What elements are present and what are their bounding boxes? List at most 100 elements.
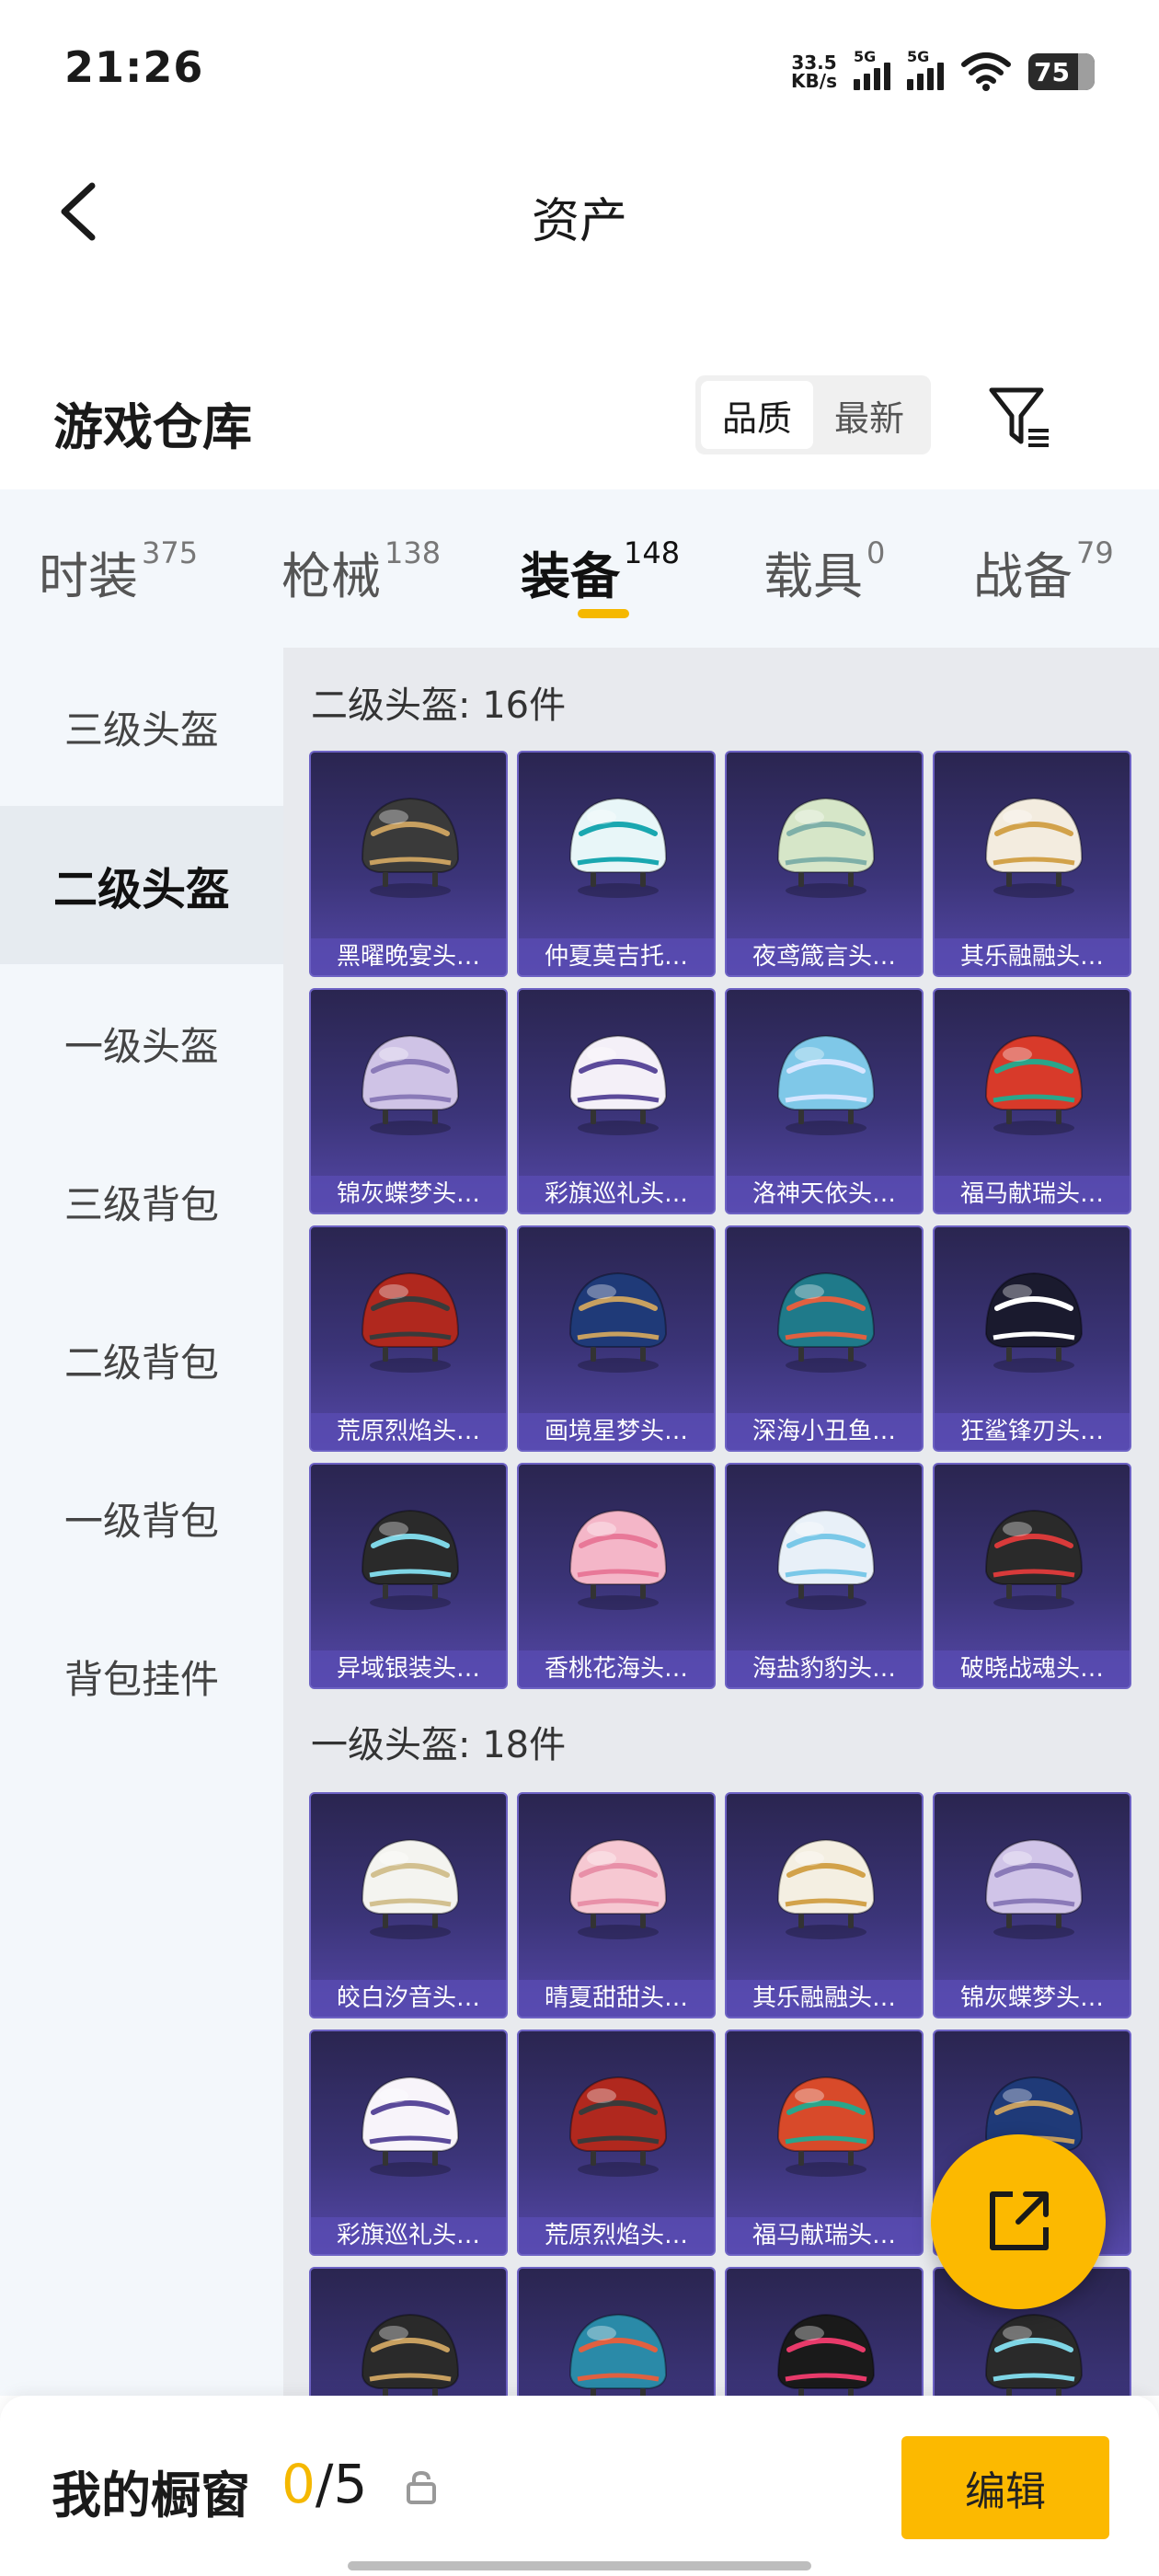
- helmet-icon: [361, 1838, 460, 1939]
- helmet-icon: [568, 1838, 668, 1939]
- item-card[interactable]: 彩旗巡礼头…: [309, 2030, 508, 2256]
- helmet-icon: [776, 1271, 876, 1373]
- item-name: 其乐融融头…: [727, 1980, 922, 2017]
- item-card[interactable]: 晴夏甜甜头…: [517, 1792, 716, 2018]
- item-card[interactable]: 福马献瑞头…: [933, 988, 1131, 1214]
- signal-icon: 5G: [854, 48, 890, 90]
- tab-fashion[interactable]: 时装 375: [39, 535, 198, 608]
- helmet-icon: [984, 1034, 1084, 1135]
- helmet-icon: [984, 2313, 1084, 2396]
- item-card[interactable]: 皎白汐音头…: [309, 1792, 508, 2018]
- tab-weapons[interactable]: 枪械 138: [281, 535, 441, 608]
- helmet-icon: [568, 2313, 668, 2396]
- item-card[interactable]: 其乐融融头…: [933, 751, 1131, 977]
- item-card[interactable]: 黑曜晚宴头…: [309, 751, 508, 977]
- page-title: 资产: [531, 194, 627, 249]
- battery-level: 75: [1034, 56, 1070, 87]
- tab-equipment[interactable]: 装备 148: [521, 535, 680, 608]
- network-speed: 33.5 KB/s: [791, 53, 837, 90]
- item-card[interactable]: 海盐豹豹头…: [725, 1463, 924, 1689]
- item-card[interactable]: 锦灰蝶梦头…: [933, 1792, 1131, 2018]
- sidebar-item-level2-helmet[interactable]: 二级头盔: [0, 806, 283, 964]
- status-time: 21:26: [64, 42, 204, 92]
- item-name: 狂鲨锋刃头…: [935, 1413, 1130, 1450]
- item-name: 海盐豹豹头…: [727, 1650, 922, 1687]
- helmet-icon: [776, 2076, 876, 2177]
- helmet-icon: [568, 797, 668, 898]
- helmet-icon: [984, 1509, 1084, 1610]
- item-card[interactable]: 香桃花海头…: [517, 1463, 716, 1689]
- item-name: 福马献瑞头…: [727, 2217, 922, 2254]
- sidebar-item-level2-backpack[interactable]: 二级背包: [0, 1281, 283, 1439]
- helmet-icon: [776, 1034, 876, 1135]
- item-name: 晴夏甜甜头…: [519, 1980, 714, 2017]
- edit-button[interactable]: 编辑: [901, 2436, 1109, 2539]
- tab-vehicles[interactable]: 载具 0: [763, 535, 885, 608]
- helmet-icon: [984, 1838, 1084, 1939]
- sidebar: 三级头盔 二级头盔 一级头盔 三级背包 二级背包 一级背包 背包挂件: [0, 648, 283, 2396]
- item-card[interactable]: 夜鸢箴言头…: [725, 751, 924, 977]
- item-name: 夜鸢箴言头…: [727, 938, 922, 975]
- signal-label-2: 5G: [907, 48, 930, 65]
- share-button[interactable]: [931, 2134, 1106, 2309]
- item-name: 彩旗巡礼头…: [311, 2217, 506, 2254]
- signal-icon-2: 5G: [907, 48, 944, 90]
- item-name: 画境星梦头…: [519, 1413, 714, 1450]
- active-tab-indicator: [578, 609, 629, 618]
- helmet-icon: [568, 1509, 668, 1610]
- section-title-level1: 一级头盔: 18件: [311, 1724, 567, 1766]
- sidebar-item-level3-helmet[interactable]: 三级头盔: [0, 648, 283, 806]
- sidebar-item-level3-backpack[interactable]: 三级背包: [0, 1122, 283, 1281]
- helmet-icon: [776, 1838, 876, 1939]
- item-card[interactable]: 彩旗巡礼头…: [517, 988, 716, 1214]
- sort-newest[interactable]: 最新: [813, 381, 925, 449]
- lock-icon: [407, 2470, 436, 2504]
- item-card[interactable]: 狂鲨锋刃头…: [933, 1225, 1131, 1452]
- item-card[interactable]: 荒原烈焰头…: [309, 1225, 508, 1452]
- item-card[interactable]: 深海小丑鱼…: [725, 1225, 924, 1452]
- tab-gear[interactable]: 战备 79: [973, 535, 1114, 608]
- item-name: 荒原烈焰头…: [311, 1413, 506, 1450]
- item-name: 洛神天依头…: [727, 1176, 922, 1213]
- sort-toggle: 品质 最新: [695, 375, 931, 454]
- helmet-icon: [361, 2313, 460, 2396]
- item-name: 香桃花海头…: [519, 1650, 714, 1687]
- status-bar: 21:26 33.5 KB/s 5G 5G 75: [0, 0, 1159, 138]
- item-name: 深海小丑鱼…: [727, 1413, 922, 1450]
- filter-icon[interactable]: [984, 381, 1058, 454]
- helmet-icon: [568, 2076, 668, 2177]
- item-card[interactable]: 其乐融融头…: [725, 1792, 924, 2018]
- sidebar-item-level1-helmet[interactable]: 一级头盔: [0, 964, 283, 1122]
- showcase-count: 0/5: [281, 2453, 368, 2515]
- item-card[interactable]: 仲夏莫吉托…: [517, 751, 716, 977]
- item-card[interactable]: [725, 2267, 924, 2396]
- warehouse-header: 游戏仓库 品质 最新: [0, 368, 1159, 469]
- helmet-icon: [776, 2313, 876, 2396]
- item-card[interactable]: [517, 2267, 716, 2396]
- item-card[interactable]: 福马献瑞头…: [725, 2030, 924, 2256]
- item-name: 皎白汐音头…: [311, 1980, 506, 2017]
- network-speed-value: 33.5: [791, 52, 837, 74]
- item-card[interactable]: 荒原烈焰头…: [517, 2030, 716, 2256]
- item-card[interactable]: 画境星梦头…: [517, 1225, 716, 1452]
- helmet-icon: [361, 797, 460, 898]
- status-icons: 33.5 KB/s 5G 5G 75: [791, 46, 1095, 98]
- item-card[interactable]: [309, 2267, 508, 2396]
- battery-icon: 75: [1028, 53, 1095, 90]
- item-list[interactable]: 二级头盔: 16件 黑曜晚宴头… 仲夏莫吉托… 夜鸢箴言头… 其乐融融头… 锦灰蝶梦头……: [283, 648, 1159, 2396]
- warehouse-label: 游戏仓库: [53, 398, 252, 456]
- item-card[interactable]: 锦灰蝶梦头…: [309, 988, 508, 1214]
- sidebar-item-level1-backpack[interactable]: 一级背包: [0, 1439, 283, 1597]
- helmet-icon: [776, 797, 876, 898]
- item-name: 异域银装头…: [311, 1650, 506, 1687]
- sort-quality[interactable]: 品质: [701, 381, 813, 449]
- sidebar-item-backpack-charm[interactable]: 背包挂件: [0, 1597, 283, 1755]
- item-card[interactable]: 异域银装头…: [309, 1463, 508, 1689]
- item-name: 黑曜晚宴头…: [311, 938, 506, 975]
- helmet-icon: [984, 1271, 1084, 1373]
- item-card[interactable]: 洛神天依头…: [725, 988, 924, 1214]
- item-card[interactable]: 破晓战魂头…: [933, 1463, 1131, 1689]
- helmet-icon: [361, 2076, 460, 2177]
- helmet-icon: [984, 797, 1084, 898]
- helmet-icon: [568, 1271, 668, 1373]
